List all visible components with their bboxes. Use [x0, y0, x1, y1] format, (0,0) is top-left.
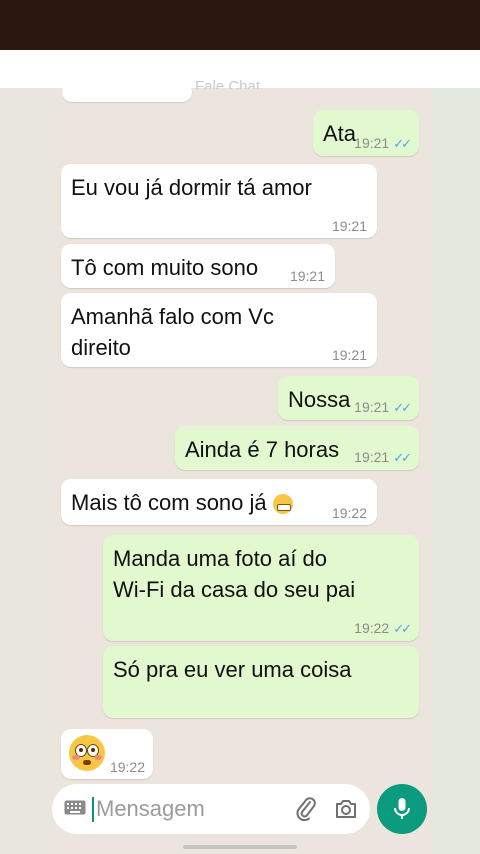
message-text: Nossa [288, 387, 351, 412]
message-text: Mais tô com sono já [71, 490, 267, 515]
voice-message-button[interactable] [377, 784, 427, 834]
message-time: 19:22 [354, 620, 390, 636]
message-meta: 19:21 ✓✓ [354, 135, 412, 152]
message-text-line: Wi-Fi da casa do seu pai [113, 577, 356, 602]
message-text: Eu vou já dormir tá amor [71, 175, 312, 200]
home-indicator [183, 845, 297, 849]
message-time: 19:22 [109, 759, 145, 775]
message-text: Só pra eu ver uma coisa [113, 657, 352, 682]
message-bubble-in[interactable]: Tô com muito sono 19:21 [61, 244, 335, 288]
message-bubble-in[interactable]: Amanhã falo com Vc direito 19:21 [61, 293, 377, 367]
message-bubble-out[interactable]: Ainda é 7 horas 19:21 ✓✓ [175, 426, 419, 470]
message-bubble-out[interactable]: Ata 19:21 ✓✓ [313, 110, 419, 156]
read-check-icon: ✓✓ [393, 450, 412, 465]
message-time: 19:21 [289, 268, 325, 284]
keyboard-icon[interactable] [64, 800, 86, 815]
text-cursor [92, 797, 94, 822]
message-text-line: direito [71, 335, 131, 360]
message-time: 19:21 [331, 347, 367, 363]
message-meta: 19:21 ✓✓ [354, 399, 412, 416]
message-bubble-out[interactable]: Manda uma foto aí do Wi-Fi da casa do se… [103, 535, 419, 641]
message-text-line: Amanhã falo com Vc [71, 304, 274, 329]
message-bubble-in[interactable]: Eu vou já dormir tá amor 19:21 [61, 164, 377, 238]
message-bubble-out[interactable]: Nossa 19:21 ✓✓ [278, 376, 419, 420]
message-time: 19:21 [331, 218, 367, 234]
message-bubble-in[interactable]: Mais tô com sono já 19:22 [61, 479, 377, 525]
message-time: 19:21 [354, 449, 390, 465]
message-input[interactable]: Mensagem [96, 796, 205, 822]
message-time: 19:21 [354, 135, 390, 151]
status-bar [0, 0, 480, 50]
attach-icon[interactable] [294, 796, 318, 822]
message-time: 19:22 [331, 505, 367, 521]
partial-message-bubble [62, 82, 192, 102]
message-text: Ata [323, 121, 357, 146]
message-meta: 19:22 ✓✓ [354, 620, 412, 637]
mic-icon [394, 798, 410, 819]
partial-header-text: Fale Chat [195, 80, 261, 89]
grimacing-face-icon [272, 494, 293, 515]
message-bubble-out[interactable]: Só pra eu ver uma coisa [103, 646, 419, 718]
message-meta: 19:21 ✓✓ [354, 449, 412, 466]
chat-edge-right [432, 88, 480, 854]
flushed-face-icon [69, 735, 105, 771]
read-check-icon: ✓✓ [393, 400, 412, 415]
read-check-icon: ✓✓ [393, 136, 412, 151]
chat-edge-left [0, 88, 50, 854]
message-text-line: Manda uma foto aí do [113, 546, 328, 571]
camera-icon[interactable] [334, 797, 358, 821]
read-check-icon: ✓✓ [393, 621, 412, 636]
message-input-bar[interactable]: Mensagem [52, 784, 370, 834]
message-bubble-in[interactable]: 19:22 [61, 729, 153, 779]
message-time: 19:21 [354, 399, 390, 415]
message-text: Tô com muito sono [71, 255, 259, 280]
message-text: Ainda é 7 horas [185, 437, 340, 462]
